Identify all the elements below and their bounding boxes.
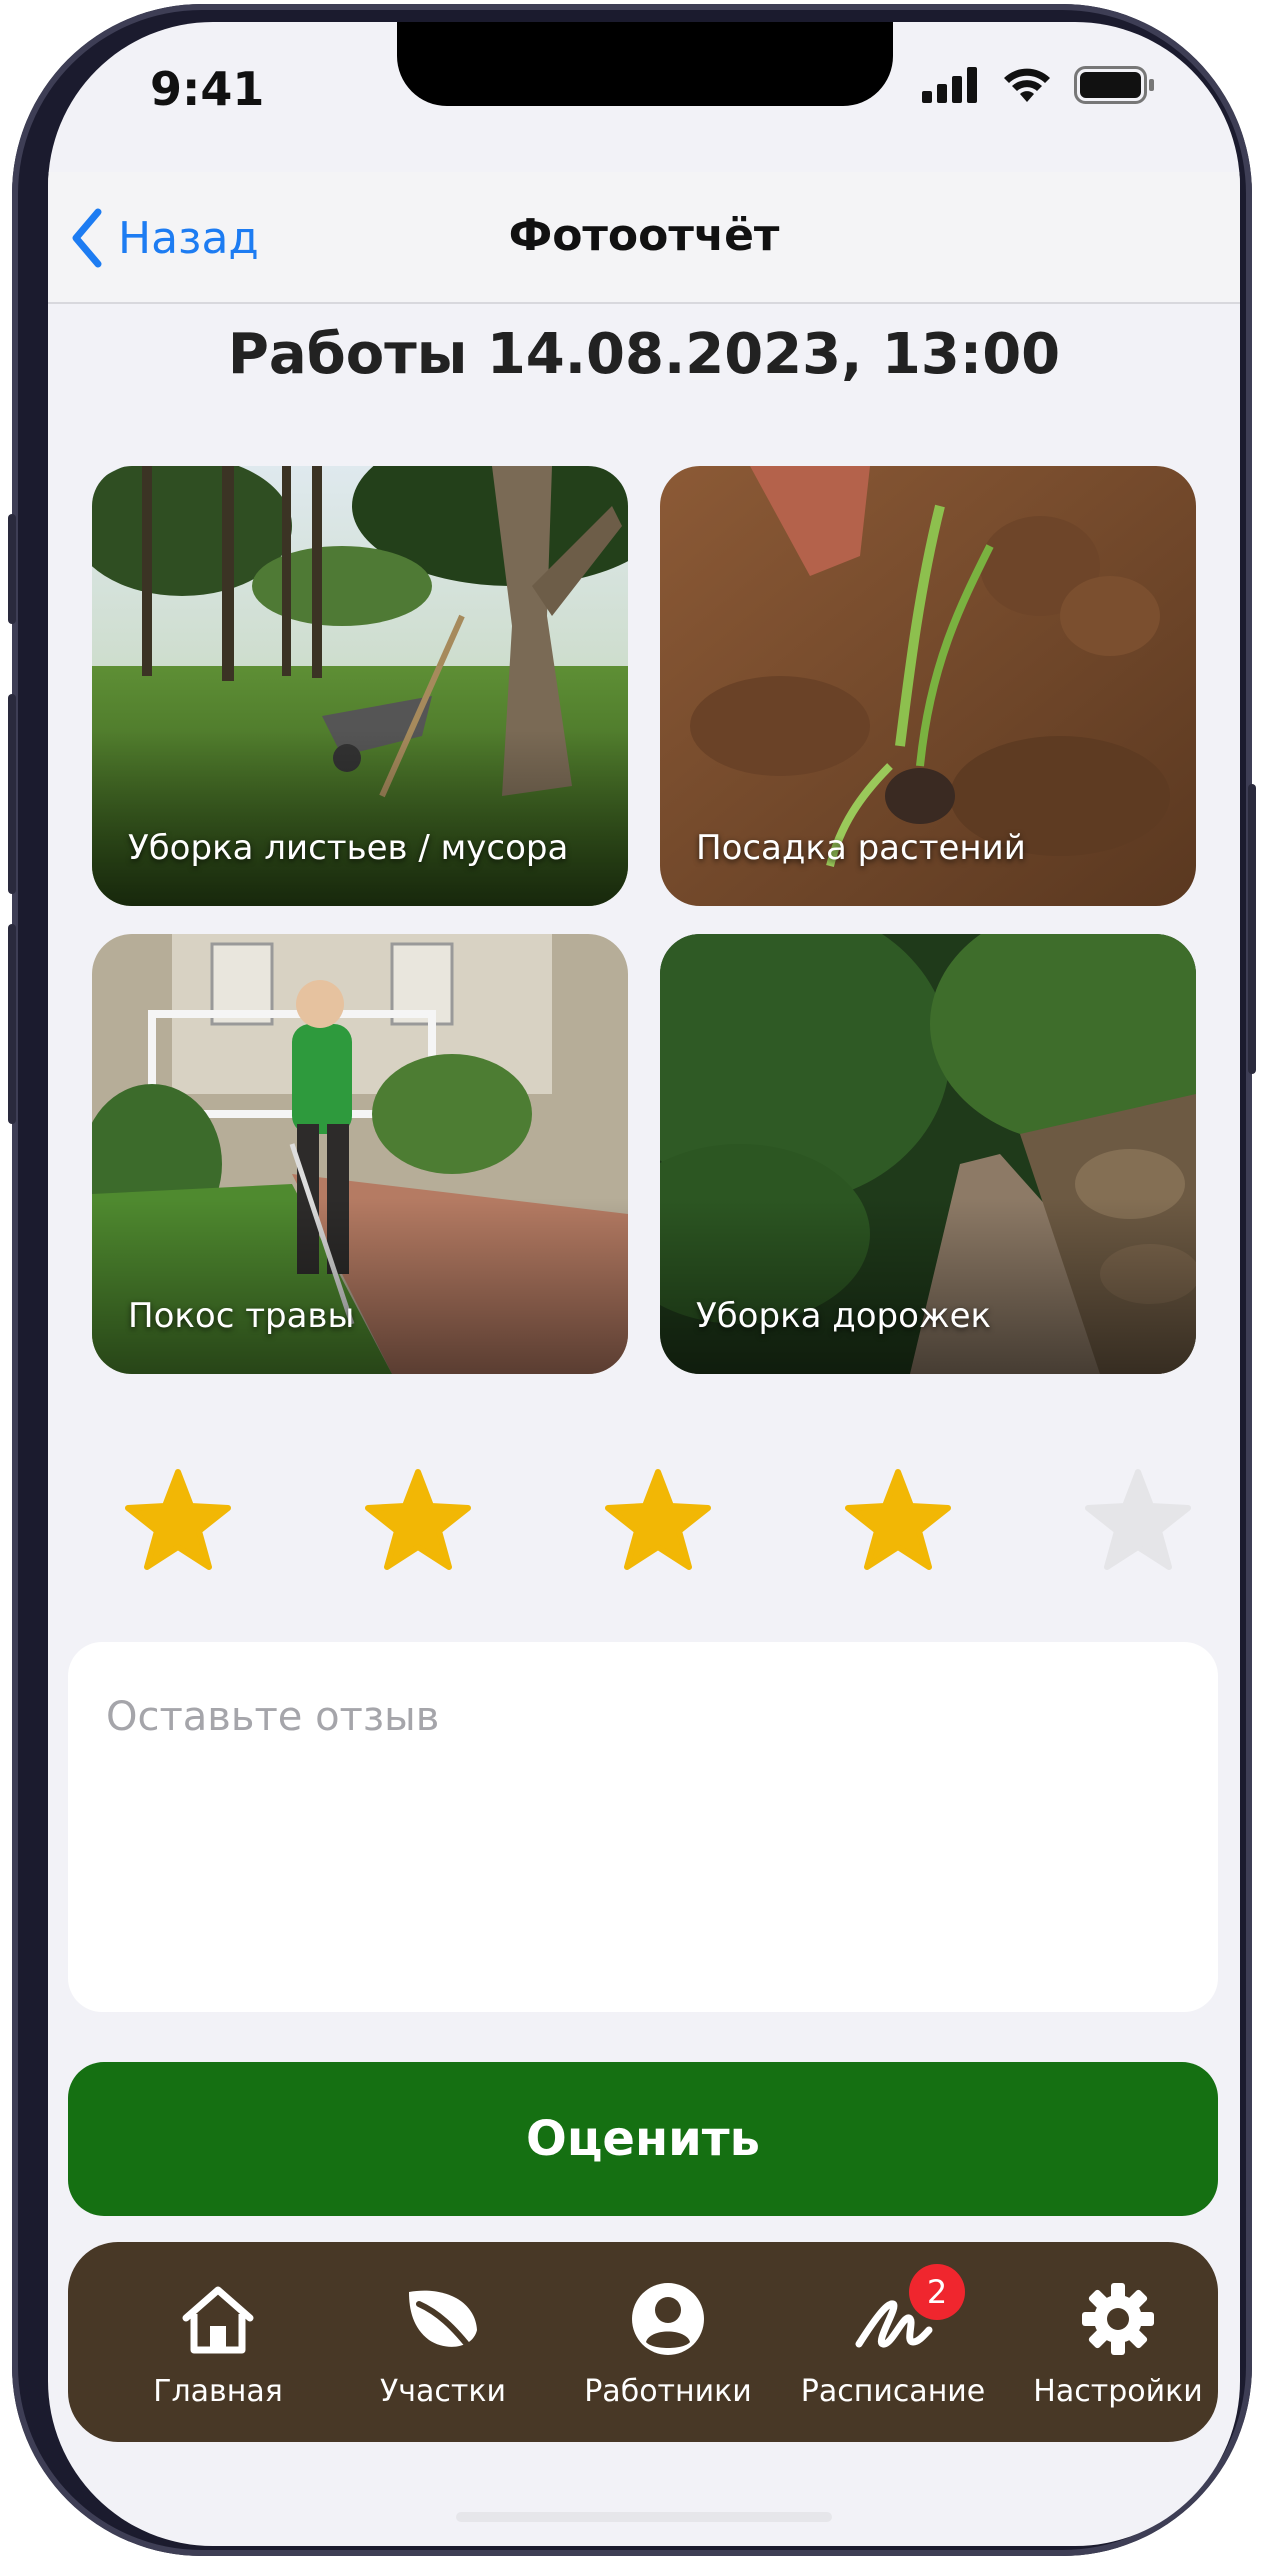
review-placeholder: Оставьте отзыв	[106, 1694, 440, 1740]
wifi-icon	[1004, 68, 1050, 102]
navigation-bar: Назад Фотоотчёт	[48, 172, 1240, 304]
tab-label: Главная	[153, 2374, 283, 2409]
status-icons	[922, 66, 1156, 104]
volume-down-button	[8, 924, 16, 1124]
notification-badge: 2	[909, 2264, 965, 2320]
cellular-signal-icon	[922, 67, 977, 103]
photo-card-planting[interactable]: Посадка растений	[660, 466, 1196, 906]
tab-settings[interactable]: Настройки	[1018, 2282, 1218, 2422]
star-5-icon[interactable]	[1078, 1462, 1198, 1582]
photo-card-leaf-cleanup[interactable]: Уборка листьев / мусора	[92, 466, 628, 906]
tab-label: Участки	[380, 2374, 506, 2409]
status-time: 9:41	[150, 62, 265, 116]
star-4-icon[interactable]	[838, 1462, 958, 1582]
tab-home[interactable]: Главная	[118, 2282, 318, 2422]
power-button	[1248, 784, 1256, 1074]
phone-frame: 9:41 Назад Фотоотчёт Работы 14.08.2023, …	[8, 4, 1256, 2556]
star-1-icon[interactable]	[118, 1462, 238, 1582]
tab-bar: Главная Участки Работники 2 Расписание Н…	[68, 2242, 1218, 2442]
photo-caption: Посадка растений	[696, 828, 1026, 868]
review-input[interactable]: Оставьте отзыв	[68, 1642, 1218, 2012]
tab-plots[interactable]: Участки	[343, 2282, 543, 2422]
rating-stars	[118, 1462, 1198, 1582]
mute-switch	[8, 514, 16, 624]
notch	[397, 22, 893, 106]
tab-workers[interactable]: Работники	[568, 2282, 768, 2422]
tab-label: Настройки	[1033, 2374, 1203, 2409]
photo-caption: Уборка дорожек	[696, 1296, 992, 1336]
leaf-icon	[409, 2290, 477, 2355]
star-2-icon[interactable]	[358, 1462, 478, 1582]
tab-label: Расписание	[800, 2374, 986, 2409]
photo-caption: Покос травы	[128, 1296, 355, 1336]
rate-button[interactable]: Оценить	[68, 2062, 1218, 2216]
gear-icon	[1082, 2283, 1154, 2355]
battery-icon	[1074, 66, 1154, 104]
photo-card-path-cleanup[interactable]: Уборка дорожек	[660, 934, 1196, 1374]
star-3-icon[interactable]	[598, 1462, 718, 1582]
person-circle-icon	[632, 2283, 704, 2355]
volume-up-button	[8, 694, 16, 894]
home-icon	[182, 2286, 254, 2354]
tab-label: Работники	[584, 2374, 752, 2409]
screen: 9:41 Назад Фотоотчёт Работы 14.08.2023, …	[48, 22, 1240, 2546]
home-indicator	[456, 2512, 832, 2522]
photo-caption: Уборка листьев / мусора	[128, 828, 569, 868]
tab-schedule[interactable]: 2 Расписание	[793, 2264, 993, 2422]
report-heading: Работы 14.08.2023, 13:00	[227, 322, 1061, 387]
photo-card-mowing[interactable]: Покос травы	[92, 934, 628, 1374]
page-title: Фотоотчёт	[508, 210, 780, 261]
